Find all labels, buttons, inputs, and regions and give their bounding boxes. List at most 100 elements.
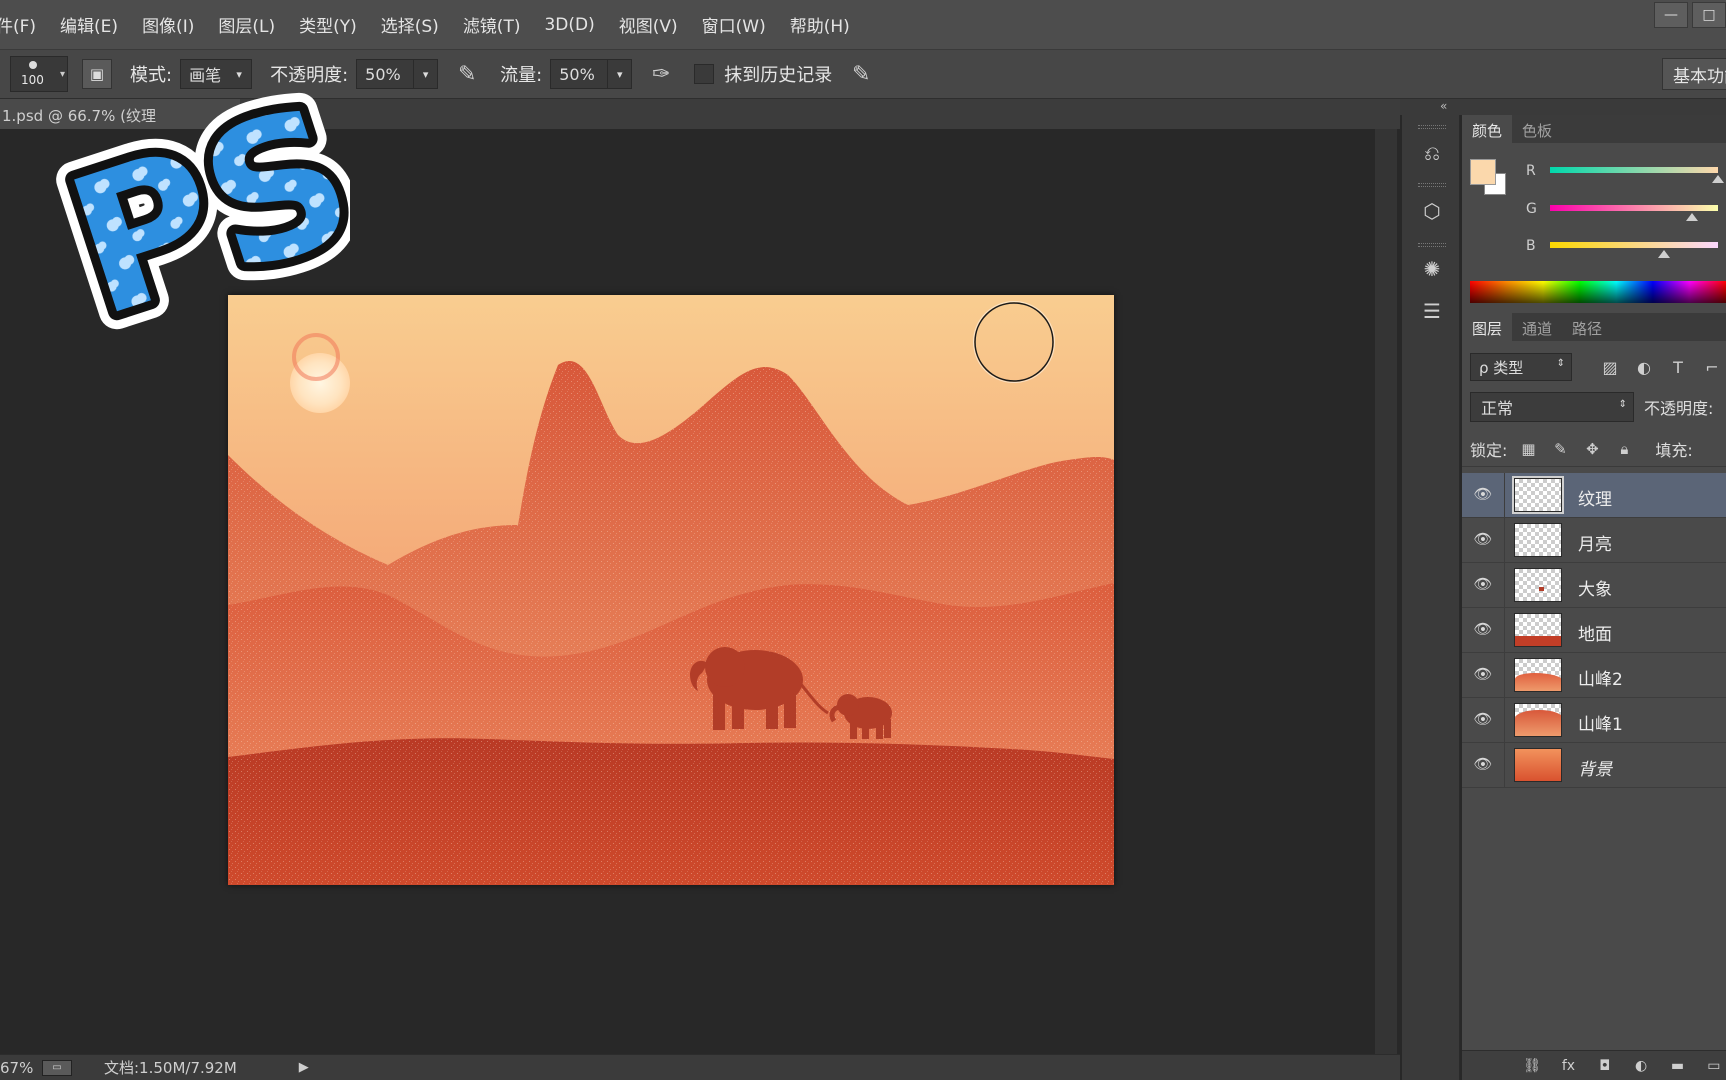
slider-r-thumb[interactable]	[1712, 175, 1724, 183]
dock-grip[interactable]	[1418, 125, 1446, 129]
lock-position-icon[interactable]: ✥	[1581, 438, 1603, 460]
adjustment-filter-icon[interactable]: ◐	[1632, 355, 1656, 379]
slider-g-thumb[interactable]	[1686, 213, 1698, 221]
3d-panel-icon[interactable]: ⬡	[1416, 195, 1448, 227]
layer-name[interactable]: 大象	[1578, 575, 1612, 600]
lock-image-icon[interactable]: ✎	[1549, 438, 1571, 460]
workspace-switcher[interactable]: 基本功能	[1662, 58, 1726, 90]
chevron-down-icon[interactable]: ▾	[607, 60, 631, 88]
link-layers-icon[interactable]: ⛓	[1520, 1054, 1544, 1078]
airbrush-icon[interactable]: ✑	[646, 59, 676, 89]
eye-icon[interactable]: 👁︎	[1470, 618, 1496, 640]
fg-bg-color-swatch[interactable]	[1470, 159, 1508, 197]
eye-icon[interactable]: 👁︎	[1470, 708, 1496, 730]
pressure-opacity-icon[interactable]: ✎	[452, 59, 482, 89]
slider-g-label: G	[1526, 201, 1537, 217]
layer-name[interactable]: 背景	[1578, 755, 1612, 780]
new-group-icon[interactable]: ▬	[1665, 1054, 1689, 1078]
layer-row[interactable]: 👁︎ 山峰2	[1462, 653, 1726, 698]
brush-panel-icon[interactable]: ✺	[1416, 253, 1448, 285]
history-panel-icon[interactable]: ⎌	[1416, 137, 1448, 169]
menu-view[interactable]: 视图(V)	[607, 12, 690, 37]
ps-sticker-logo: PS PS PS	[28, 70, 350, 340]
layers-panel-footer: ⛓ fx ◘ ◐ ▬ ▭	[1462, 1050, 1726, 1080]
new-layer-icon[interactable]: ▭	[1702, 1054, 1726, 1078]
tab-channels[interactable]: 通道	[1512, 313, 1562, 341]
menu-edit[interactable]: 编辑(E)	[48, 12, 130, 37]
layer-name[interactable]: 山峰2	[1578, 665, 1623, 690]
adjustment-layer-icon[interactable]: ◐	[1629, 1054, 1653, 1078]
tab-paths[interactable]: 路径	[1562, 313, 1612, 341]
layer-opacity-label: 不透明度:	[1644, 399, 1714, 418]
layer-row[interactable]: 👁︎ 大象	[1462, 563, 1726, 608]
layer-name[interactable]: 纹理	[1578, 485, 1612, 510]
slider-r[interactable]: R	[1526, 161, 1726, 183]
layer-mask-icon[interactable]: ◘	[1593, 1054, 1617, 1078]
eye-icon[interactable]: 👁︎	[1470, 573, 1496, 595]
menu-window[interactable]: 窗口(W)	[690, 12, 778, 37]
slider-g[interactable]: G	[1526, 199, 1726, 221]
eye-icon[interactable]: 👁︎	[1470, 663, 1496, 685]
zoom-level[interactable]: 67%	[0, 1059, 38, 1077]
document-size: 文档:1.50M/7.92M	[104, 1059, 237, 1077]
lock-label: 锁定:	[1470, 440, 1508, 460]
minimize-button[interactable]: —	[1654, 2, 1688, 28]
color-spectrum[interactable]	[1470, 281, 1726, 303]
dock-grip[interactable]	[1418, 183, 1446, 187]
layer-row[interactable]: 👁︎ 山峰1	[1462, 698, 1726, 743]
menu-help[interactable]: 帮助(H)	[778, 12, 862, 37]
layer-thumbnail	[1514, 658, 1562, 692]
lock-all-icon[interactable]: 🔒︎	[1613, 438, 1635, 460]
artwork-canvas[interactable]	[228, 295, 1114, 885]
opacity-field[interactable]: 50% ▾	[356, 59, 439, 89]
shape-filter-icon[interactable]: ⌐	[1700, 355, 1724, 379]
collapse-icon[interactable]: «	[1440, 99, 1447, 113]
menu-type[interactable]: 类型(Y)	[287, 12, 369, 37]
flow-field[interactable]: 50% ▾	[550, 59, 633, 89]
tab-layers[interactable]: 图层	[1462, 313, 1513, 341]
status-info-icon[interactable]: ▭	[42, 1059, 72, 1076]
menu-layer[interactable]: 图层(L)	[206, 12, 287, 37]
eye-icon[interactable]: 👁︎	[1470, 753, 1496, 775]
slider-b-track[interactable]	[1550, 242, 1718, 248]
layer-thumbnail	[1514, 523, 1562, 557]
pressure-size-icon[interactable]: ✎	[846, 59, 876, 89]
layer-row[interactable]: 👁︎ 背景	[1462, 743, 1726, 788]
menu-filter[interactable]: 滤镜(T)	[451, 12, 533, 37]
layer-thumbnail	[1514, 748, 1562, 782]
vertical-scrollbar[interactable]	[1375, 129, 1397, 1054]
menu-select[interactable]: 选择(S)	[369, 12, 451, 37]
layer-name[interactable]: 山峰1	[1578, 710, 1623, 735]
properties-panel-icon[interactable]: ☰	[1416, 295, 1448, 327]
eye-icon[interactable]: 👁︎	[1470, 528, 1496, 550]
slider-g-track[interactable]	[1550, 205, 1718, 211]
layer-name[interactable]: 月亮	[1578, 530, 1612, 555]
lock-transparent-icon[interactable]: ▦	[1517, 438, 1539, 460]
menu-file[interactable]: 件(F)	[0, 12, 48, 37]
chevron-down-icon[interactable]: ▾	[413, 60, 437, 88]
erase-history-checkbox[interactable]	[694, 64, 715, 84]
layer-style-icon[interactable]: fx	[1556, 1054, 1580, 1078]
layer-kind-filter[interactable]: ρ 类型 ⇕	[1470, 353, 1572, 381]
panel-collapse-strip[interactable]: «	[1400, 99, 1726, 115]
tab-swatches[interactable]: 色板	[1512, 115, 1562, 143]
layer-row[interactable]: 👁︎ 地面	[1462, 608, 1726, 653]
type-filter-icon[interactable]: T	[1666, 355, 1690, 379]
pixel-filter-icon[interactable]: ▨	[1598, 355, 1622, 379]
blend-mode-select[interactable]: 正常 ⇕	[1470, 392, 1634, 422]
layer-row[interactable]: 👁︎ 月亮	[1462, 518, 1726, 563]
menu-image[interactable]: 图像(I)	[130, 12, 206, 37]
dock-grip[interactable]	[1418, 243, 1446, 247]
slider-b-thumb[interactable]	[1658, 250, 1670, 258]
layer-row[interactable]: 👁︎ 纹理	[1462, 473, 1726, 518]
layer-name[interactable]: 地面	[1578, 620, 1612, 645]
layer-filter-bar: ρ 类型 ⇕ ▨ ◐ T ⌐	[1462, 347, 1726, 387]
slider-b[interactable]: B	[1526, 236, 1726, 258]
eye-icon[interactable]: 👁︎	[1470, 483, 1496, 505]
slider-r-track[interactable]	[1550, 167, 1718, 173]
status-menu-arrow-icon[interactable]: ▶	[299, 1060, 309, 1075]
tab-color[interactable]: 颜色	[1462, 115, 1513, 143]
foreground-color[interactable]	[1470, 159, 1496, 185]
menu-3d[interactable]: 3D(D)	[532, 15, 606, 35]
restore-button[interactable]: □	[1692, 2, 1726, 28]
